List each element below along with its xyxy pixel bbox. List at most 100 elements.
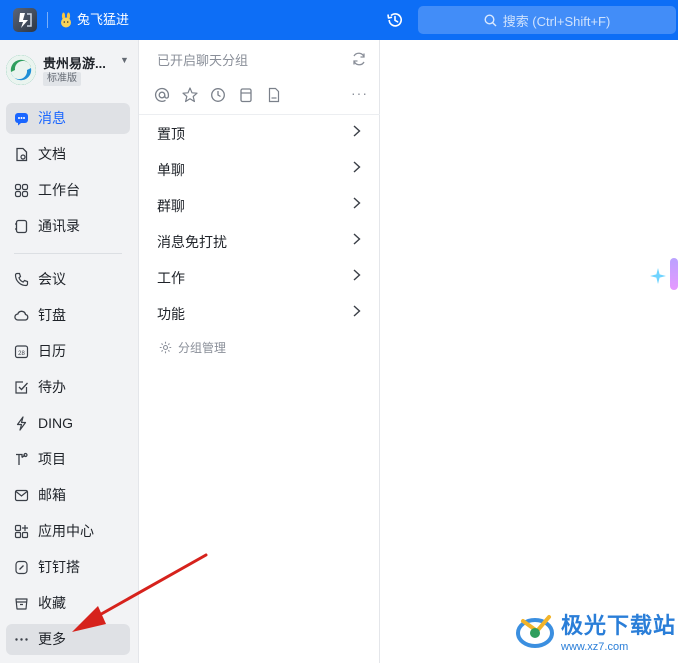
builder-icon [15, 560, 28, 575]
sidebar-item-messages[interactable]: 消息 [6, 103, 130, 134]
title-bar: 兔飞猛进 搜索 (Ctrl+Shift+F) [0, 0, 678, 40]
sidebar-item-label: 日历 [38, 343, 66, 359]
rabbit-icon [61, 12, 71, 28]
sidebar-item-label: 更多 [38, 631, 66, 647]
chevron-right-icon [353, 233, 361, 245]
file-icon[interactable] [265, 86, 283, 104]
workspace-switcher[interactable]: 兔飞猛进 [58, 10, 129, 30]
more-icon [15, 638, 28, 641]
watermark-logo-icon [516, 614, 554, 648]
sidebar-item-label: 会议 [38, 271, 66, 287]
star-icon[interactable] [181, 86, 199, 104]
sidebar-item-label: 钉盘 [38, 307, 66, 323]
chevron-right-icon [353, 125, 361, 137]
sidebar-item-ding[interactable]: DING [6, 408, 130, 439]
sidebar-item-label: 项目 [38, 451, 66, 467]
sidebar-item-app-center[interactable]: 应用中心 [6, 516, 130, 547]
calendar-icon: 28 [14, 345, 29, 359]
main-content: 极光下载站 www.xz7.com [380, 40, 678, 663]
project-icon [16, 452, 28, 465]
search-placeholder: 搜索 (Ctrl+Shift+F) [502, 13, 611, 29]
app-center-icon [14, 524, 29, 539]
group-label: 置顶 [157, 126, 185, 142]
group-label: 单聊 [157, 162, 185, 178]
workbench-icon [14, 183, 29, 198]
sidebar-item-drive[interactable]: 钉盘 [6, 300, 130, 331]
sidebar-item-favorites[interactable]: 收藏 [6, 588, 130, 619]
trash-icon[interactable] [237, 86, 255, 104]
sidebar-item-label: 消息 [38, 110, 66, 126]
refresh-icon[interactable] [351, 51, 367, 67]
sidebar-item-contacts[interactable]: 通讯录 [6, 211, 130, 242]
history-icon[interactable] [386, 11, 404, 29]
sidebar-item-docs[interactable]: 文档 [6, 139, 130, 170]
sidebar-item-label: 邮箱 [38, 487, 66, 503]
sidebar-item-label: DING [38, 415, 73, 431]
org-switcher[interactable]: 贵州易游... 标准版 ▼ [6, 50, 134, 90]
search-input[interactable]: 搜索 (Ctrl+Shift+F) [418, 6, 676, 34]
decorative-illustration [670, 258, 678, 290]
chevron-right-icon [353, 197, 361, 209]
mail-icon [14, 489, 29, 502]
group-label: 消息免打扰 [157, 234, 227, 250]
gear-icon [159, 341, 172, 353]
sidebar-item-label: 收藏 [38, 595, 66, 611]
group-row-muted[interactable]: 消息免打扰 [139, 222, 379, 258]
left-sidebar: 贵州易游... 标准版 ▼ 消息 文档 工作台 通讯录 会议 钉盘 28 日历 … [0, 40, 139, 663]
group-manage-button[interactable]: 分组管理 [159, 338, 226, 356]
group-label: 工作 [157, 270, 185, 286]
document-icon [16, 147, 28, 162]
sidebar-item-calendar[interactable]: 28 日历 [6, 336, 130, 367]
sidebar-item-mail[interactable]: 邮箱 [6, 480, 130, 511]
sidebar-item-project[interactable]: 项目 [6, 444, 130, 475]
more-options-icon[interactable]: ··· [351, 86, 368, 100]
watermark-text: 极光下载站 [561, 613, 677, 638]
panel-title: 已开启聊天分组 [157, 53, 249, 68]
clock-icon[interactable] [209, 86, 227, 104]
message-icon [15, 113, 28, 126]
phone-icon [14, 272, 29, 287]
sidebar-item-label: 通讯录 [38, 218, 80, 234]
app-logo-icon[interactable] [13, 8, 37, 32]
sidebar-item-label: 工作台 [38, 182, 80, 198]
topbar-divider [47, 12, 48, 28]
watermark: 极光下载站 www.xz7.com [513, 608, 676, 653]
chevron-right-icon [353, 161, 361, 173]
group-row-pinned[interactable]: 置顶 [139, 114, 379, 150]
at-icon[interactable] [153, 86, 171, 104]
sidebar-item-workbench[interactable]: 工作台 [6, 175, 130, 206]
sidebar-divider [14, 253, 122, 254]
group-row-direct[interactable]: 单聊 [139, 150, 379, 186]
chevron-right-icon [353, 269, 361, 281]
org-name: 贵州易游... [43, 56, 106, 71]
chat-group-panel: 已开启聊天分组 ··· 置顶 单聊 群聊 消息免打扰 工作 功能 分组管理 [139, 40, 380, 663]
group-row-groups[interactable]: 群聊 [139, 186, 379, 222]
favorites-icon [15, 598, 28, 610]
watermark-url: www.xz7.com [561, 641, 629, 653]
group-label: 功能 [157, 306, 185, 322]
svg-text:28: 28 [18, 351, 25, 357]
filter-toolbar: ··· [153, 86, 369, 104]
group-manage-label: 分组管理 [178, 340, 227, 355]
sidebar-item-todo[interactable]: 待办 [6, 372, 130, 403]
lightning-icon [16, 416, 27, 431]
group-row-work[interactable]: 工作 [139, 258, 379, 294]
todo-icon [15, 381, 28, 394]
org-logo [6, 55, 36, 85]
sidebar-item-builder[interactable]: 钉钉搭 [6, 552, 130, 583]
cloud-icon [14, 310, 29, 321]
sidebar-item-more[interactable]: 更多 [6, 624, 130, 655]
sidebar-item-label: 应用中心 [38, 523, 94, 539]
contacts-icon [15, 219, 28, 234]
sparkle-icon [650, 268, 666, 284]
sidebar-item-label: 待办 [38, 379, 66, 395]
sidebar-item-meeting[interactable]: 会议 [6, 264, 130, 295]
chevron-right-icon [353, 305, 361, 317]
caret-down-icon: ▼ [120, 55, 129, 65]
group-label: 群聊 [157, 198, 185, 214]
sidebar-item-label: 钉钉搭 [38, 559, 80, 575]
search-icon [484, 13, 497, 26]
org-plan-badge: 标准版 [43, 72, 81, 86]
workspace-name: 兔飞猛进 [77, 12, 130, 27]
group-row-functions[interactable]: 功能 [139, 294, 379, 330]
